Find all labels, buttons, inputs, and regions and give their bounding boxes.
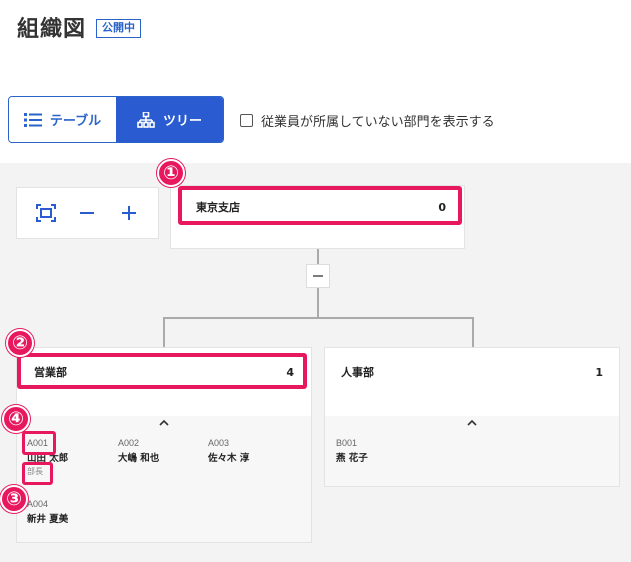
show-empty-departments-toggle[interactable]: 従業員が所属していない部門を表示する bbox=[240, 111, 495, 130]
minus-icon bbox=[313, 275, 323, 277]
tree-view-label: ツリー bbox=[162, 114, 202, 129]
callout-number: ③ bbox=[0, 485, 28, 513]
show-empty-departments-label: 従業員が所属していない部門を表示する bbox=[261, 115, 495, 130]
connector-line bbox=[317, 249, 319, 264]
plus-icon bbox=[122, 206, 137, 220]
employee-card[interactable]: A003 佐々木 淳 bbox=[208, 438, 249, 464]
zoom-in-button[interactable] bbox=[115, 199, 143, 227]
fit-screen-button[interactable] bbox=[32, 199, 60, 227]
fit-screen-icon bbox=[35, 204, 56, 222]
root-node-header: 東京支店 0 bbox=[186, 197, 456, 217]
callout-number: ④ bbox=[2, 405, 30, 433]
department-count: 4 bbox=[286, 365, 294, 379]
department-header-hr: 人事部 1 bbox=[331, 362, 613, 382]
employee-card[interactable]: A004 新井 夏美 bbox=[27, 499, 68, 525]
employee-role: 部長 bbox=[27, 467, 43, 476]
table-view-label: テーブル bbox=[49, 114, 102, 129]
callout-number: ② bbox=[6, 329, 34, 357]
employee-card[interactable]: A002 大嶋 和也 bbox=[118, 438, 159, 464]
table-view-button[interactable]: テーブル bbox=[9, 97, 116, 142]
list-icon bbox=[23, 112, 42, 127]
status-badge: 公開中 bbox=[96, 19, 141, 38]
employee-card[interactable]: A001 山田 太郎 部長 bbox=[27, 438, 68, 477]
connector-line bbox=[317, 288, 319, 318]
department-name: 営業部 bbox=[34, 366, 67, 379]
minus-icon bbox=[80, 212, 95, 214]
employee-code: A004 bbox=[27, 499, 49, 509]
department-member-panel bbox=[325, 416, 619, 486]
employee-name: 佐々木 淳 bbox=[208, 453, 250, 464]
department-count: 1 bbox=[595, 365, 603, 379]
employee-code: B001 bbox=[336, 438, 358, 448]
department-header-sales: 営業部 4 bbox=[24, 362, 304, 382]
collapse-button[interactable] bbox=[306, 264, 330, 288]
zoom-controls bbox=[16, 187, 159, 239]
root-node-count: 0 bbox=[438, 200, 446, 214]
connector-line bbox=[163, 317, 165, 347]
employee-name: 燕 花子 bbox=[336, 453, 368, 464]
department-name: 人事部 bbox=[341, 366, 374, 379]
root-node-name: 東京支店 bbox=[196, 201, 240, 214]
connector-line bbox=[472, 317, 474, 347]
show-empty-departments-checkbox[interactable] bbox=[240, 114, 253, 127]
zoom-out-button[interactable] bbox=[73, 199, 101, 227]
connector-line bbox=[163, 317, 473, 319]
root-node[interactable] bbox=[170, 185, 465, 249]
chevron-up-icon[interactable] bbox=[466, 418, 478, 428]
chevron-up-icon[interactable] bbox=[158, 418, 170, 428]
view-toggle: テーブル ツリー bbox=[8, 96, 224, 143]
employee-code: A002 bbox=[118, 438, 140, 448]
org-tree-icon bbox=[137, 111, 155, 128]
callout-number: ① bbox=[157, 159, 185, 187]
employee-code: A001 bbox=[27, 438, 49, 448]
page-title: 組織図 bbox=[17, 17, 87, 42]
tree-view-button[interactable]: ツリー bbox=[116, 97, 223, 142]
employee-card[interactable]: B001 燕 花子 bbox=[336, 438, 368, 464]
employee-name: 山田 太郎 bbox=[27, 453, 69, 464]
employee-code: A003 bbox=[208, 438, 230, 448]
employee-name: 新井 夏美 bbox=[27, 514, 69, 525]
employee-name: 大嶋 和也 bbox=[118, 453, 160, 464]
